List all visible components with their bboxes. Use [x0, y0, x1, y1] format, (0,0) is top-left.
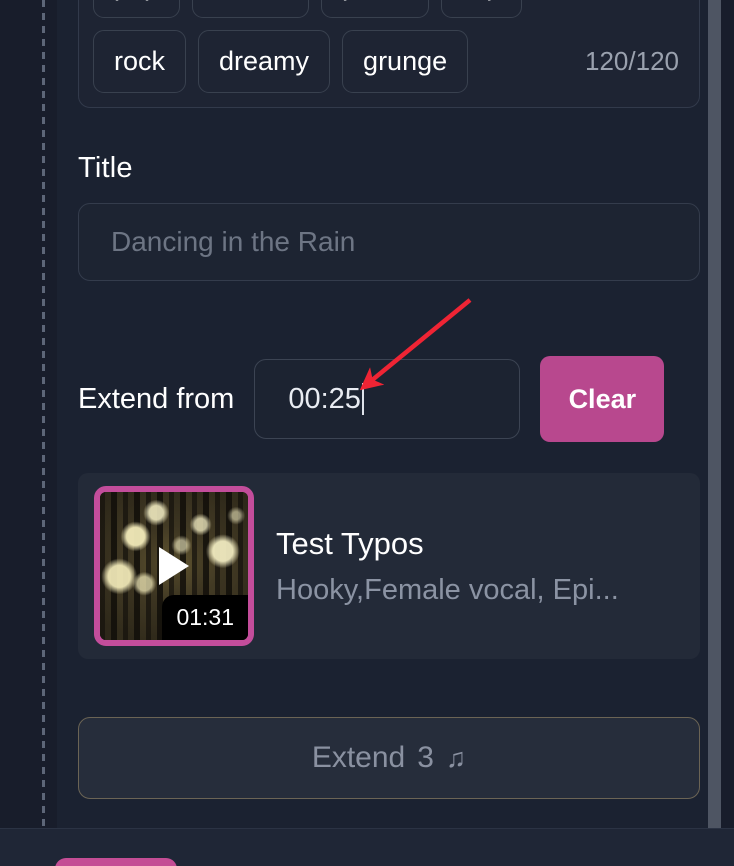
extend-button[interactable]: Extend 3 ♫	[78, 717, 700, 799]
extend-from-value: 00:25	[288, 382, 361, 415]
music-note-icon: ♫	[445, 742, 467, 773]
track-card[interactable]: 01:31 Test Typos Hooky,Female vocal, Epi…	[78, 473, 700, 659]
bottom-primary-pill[interactable]	[55, 858, 177, 866]
extend-from-input[interactable]: 00:25	[254, 359, 521, 439]
tag-chip-rock[interactable]: rock	[93, 30, 187, 93]
tag-chip-pop[interactable]: pop	[93, 0, 181, 18]
extend-button-label: Extend	[311, 741, 406, 774]
form-scroll-panel: pop trance piano rap rock dreamy grunge …	[57, 0, 721, 828]
tag-chip-piano[interactable]: piano	[321, 0, 430, 18]
track-duration-badge: 01:31	[162, 595, 248, 640]
form-content: pop trance piano rap rock dreamy grunge …	[57, 0, 721, 799]
title-input[interactable]: Dancing in the Rain	[78, 203, 700, 281]
tag-chip-dreamy[interactable]: dreamy	[198, 30, 331, 93]
tag-rows: pop trance piano rap rock dreamy grunge …	[93, 0, 685, 93]
track-tags: Hooky,Female vocal, Epi...	[276, 573, 619, 606]
panel-scrollbar-thumb[interactable]	[708, 0, 721, 828]
tag-chip-trance[interactable]: trance	[192, 0, 310, 18]
extend-button-count: 3	[417, 741, 434, 774]
tag-character-counter: 120/120	[585, 46, 679, 76]
panel-scrollbar[interactable]	[708, 0, 721, 828]
tag-row: pop trance piano rap	[93, 0, 685, 18]
tag-chip-rap[interactable]: rap	[441, 0, 523, 18]
tags-card: pop trance piano rap rock dreamy grunge …	[78, 0, 700, 108]
tag-chip-grunge[interactable]: grunge	[342, 30, 469, 93]
title-field-label: Title	[78, 152, 133, 184]
play-icon[interactable]	[159, 547, 189, 585]
dashed-guide-line	[42, 0, 45, 828]
extend-from-label: Extend from	[78, 382, 235, 415]
clear-button[interactable]: Clear	[540, 356, 665, 442]
track-meta: Test Typos Hooky,Female vocal, Epi...	[276, 526, 619, 607]
track-title: Test Typos	[276, 525, 424, 561]
text-caret	[361, 383, 364, 415]
bottom-bar	[0, 828, 734, 866]
tag-row: rock dreamy grunge 120/120	[93, 30, 685, 93]
track-thumbnail[interactable]: 01:31	[94, 486, 254, 646]
extend-from-row: Extend from 00:25 Clear	[78, 356, 700, 442]
